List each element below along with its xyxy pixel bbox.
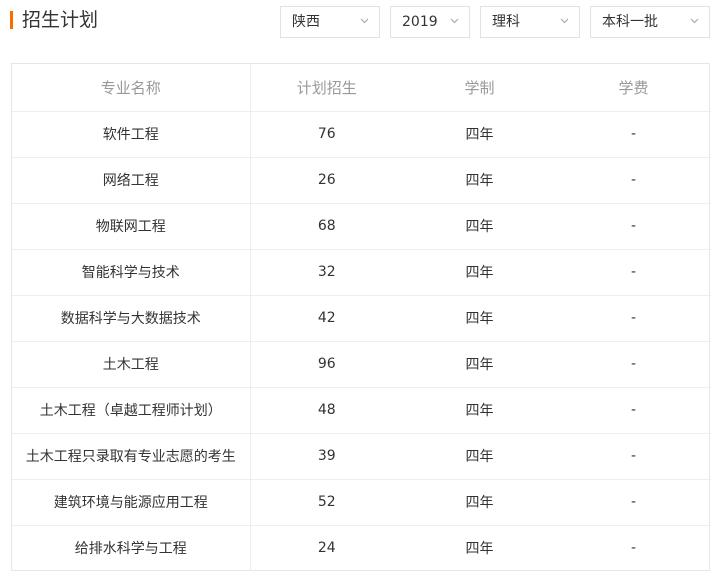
year-select-value: 2019	[402, 14, 438, 30]
table-row: 数据科学与大数据技术 42 四年 -	[12, 295, 711, 342]
table-row: 建筑环境与能源应用工程 52 四年 -	[12, 479, 711, 526]
cell-tuition: -	[556, 249, 711, 296]
column-header-major: 专业名称	[12, 64, 251, 112]
cell-planned: 52	[250, 479, 403, 526]
cell-major: 数据科学与大数据技术	[12, 295, 251, 342]
cell-duration: 四年	[403, 341, 556, 388]
subject-select[interactable]: 理科	[480, 6, 580, 38]
table-row: 土木工程 96 四年 -	[12, 341, 711, 388]
chevron-down-icon	[450, 16, 459, 25]
cell-duration: 四年	[403, 295, 556, 342]
cell-major: 土木工程只录取有专业志愿的考生	[12, 433, 251, 480]
table-row: 土木工程（卓越工程师计划） 48 四年 -	[12, 387, 711, 434]
cell-planned: 26	[250, 157, 403, 204]
table-row: 智能科学与技术 32 四年 -	[12, 249, 711, 296]
cell-tuition: -	[556, 295, 711, 342]
cell-duration: 四年	[403, 111, 556, 158]
cell-planned: 39	[250, 433, 403, 480]
cell-duration: 四年	[403, 387, 556, 434]
table-row: 软件工程 76 四年 -	[12, 111, 711, 158]
cell-planned: 96	[250, 341, 403, 388]
cell-tuition: -	[556, 387, 711, 434]
cell-planned: 68	[250, 203, 403, 250]
table-row: 土木工程只录取有专业志愿的考生 39 四年 -	[12, 433, 711, 480]
column-header-duration: 学制	[403, 64, 556, 112]
cell-duration: 四年	[465, 541, 494, 558]
column-header-planned: 计划招生	[250, 64, 403, 112]
section-header: 招生计划 陕西 2019 理科 本科一批	[0, 0, 721, 44]
province-select-value: 陕西	[292, 14, 320, 30]
table-header-row: 专业名称 计划招生 学制 学费	[12, 64, 711, 112]
chevron-down-icon	[690, 16, 699, 25]
cell-duration: 四年	[403, 157, 556, 204]
subject-select-value: 理科	[492, 14, 520, 30]
cell-major: 物联网工程	[12, 203, 251, 250]
cell-duration: 四年	[403, 433, 556, 480]
cell-major: 网络工程	[12, 157, 251, 204]
cell-tuition: -	[556, 203, 711, 250]
cell-planned: 42	[250, 295, 403, 342]
cell-tuition: -	[556, 479, 711, 526]
title-accent-bar	[10, 11, 13, 29]
cell-major: 给排水科学与工程	[12, 525, 251, 571]
cell-planned: 76	[250, 111, 403, 158]
page-title: 招生计划	[22, 9, 99, 31]
chevron-down-icon	[360, 16, 369, 25]
batch-select[interactable]: 本科一批	[590, 6, 710, 38]
cell-planned: 48	[250, 387, 403, 434]
chevron-down-icon	[560, 16, 569, 25]
cell-major: 土木工程	[12, 341, 251, 388]
batch-select-value: 本科一批	[602, 14, 658, 30]
cell-tuition: -	[630, 540, 637, 557]
cell-duration: 四年	[403, 249, 556, 296]
cell-major: 建筑环境与能源应用工程	[12, 479, 251, 526]
cell-tuition: -	[556, 157, 711, 204]
enrollment-plan-table: 专业名称 计划招生 学制 学费 软件工程 76 四年 - 网络工程 26 四年 …	[11, 63, 711, 571]
table-row: 给排水科学与工程 24 四年 -	[12, 525, 711, 571]
province-select[interactable]: 陕西	[280, 6, 380, 38]
table-row: 物联网工程 68 四年 -	[12, 203, 711, 250]
cell-major: 软件工程	[12, 111, 251, 158]
cell-planned: 32	[250, 249, 403, 296]
cell-major: 智能科学与技术	[12, 249, 251, 296]
year-select[interactable]: 2019	[390, 6, 470, 38]
cell-duration: 四年	[403, 203, 556, 250]
cell-duration: 四年	[403, 479, 556, 526]
cell-major: 土木工程（卓越工程师计划）	[12, 387, 251, 434]
table-row: 网络工程 26 四年 -	[12, 157, 711, 204]
cell-tuition: -	[556, 341, 711, 388]
cell-tuition: -	[556, 433, 711, 480]
cell-tuition: -	[556, 111, 711, 158]
column-header-tuition: 学费	[556, 64, 711, 112]
cell-planned: 24	[317, 540, 336, 557]
